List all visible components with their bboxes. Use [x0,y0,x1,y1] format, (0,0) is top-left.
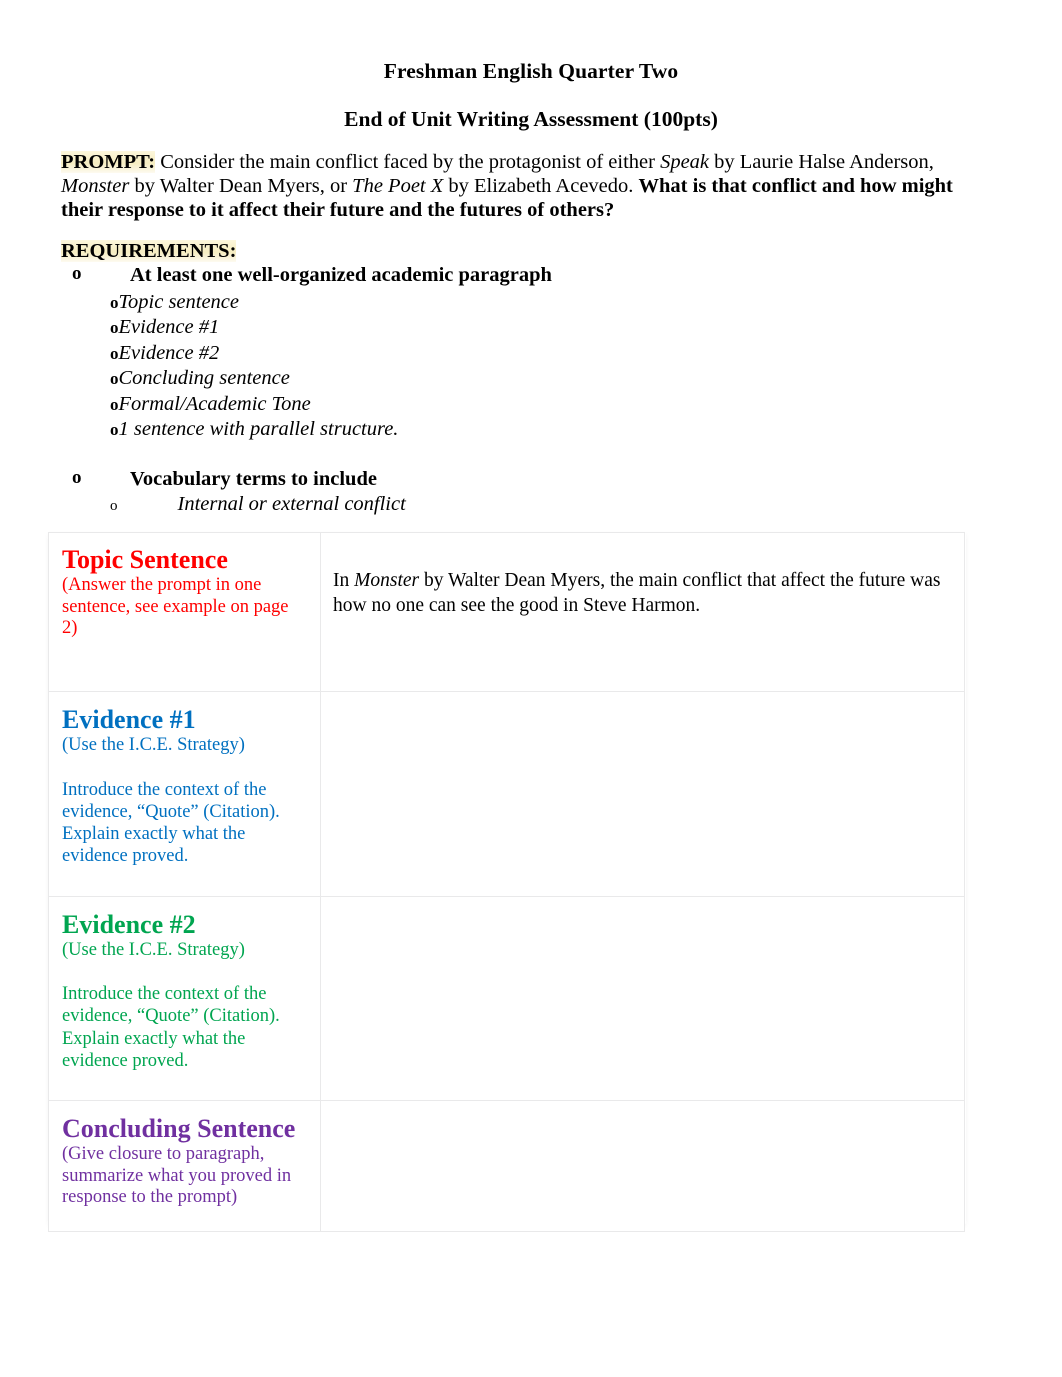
bullet-marker: o [110,498,118,514]
prompt-book-poetx: The Poet X [352,174,444,197]
requirement-label: Vocabulary terms to include [130,468,377,490]
bullet-marker: o [110,344,119,363]
requirement-subitem-topic-sentence: oTopic sentence [110,290,239,315]
row-label-evidence-1: Evidence #1 (Use the I.C.E. Strategy) In… [48,691,321,897]
prompt-book-speak: Speak [660,151,710,173]
requirement-label: At least one well-organized academic par… [130,264,552,286]
table-row: Evidence #2 (Use the I.C.E. Strategy) In… [48,895,965,1101]
section-heading-topic-sentence: Topic Sentence [62,545,228,574]
bullet-marker: o [110,420,119,439]
prompt-paragraph: PROMPT: Consider the main conflict faced… [61,151,966,223]
requirement-subitem-concluding-sentence: oConcluding sentence [110,366,290,391]
answer-pre: In [333,570,355,591]
section-heading-concluding-sentence: Concluding Sentence [62,1114,296,1143]
prompt-text-1: Consider the main conflict faced by the … [155,151,661,173]
row-label-concluding-sentence: Concluding Sentence (Give closure to par… [48,1099,321,1233]
section-subheading-concluding-sentence: (Give closure to paragraph, summarize wh… [62,1144,292,1208]
section-body-evidence-2: Introduce the context of the evidence, “… [62,984,280,1071]
section-subheading-topic-sentence: (Answer the prompt in one sentence, see … [62,575,289,639]
section-heading-evidence-2: Evidence #2 [62,909,196,939]
answer-post: by Walter Dean Myers, the main conflict … [333,570,941,616]
table-row: Evidence #1 (Use the I.C.E. Strategy) In… [48,691,965,897]
page-subtitle: End of Unit Writing Assessment (100pts) [344,106,718,131]
requirements-label: REQUIREMENTS: [61,240,237,262]
answer-cell-evidence-1[interactable] [320,691,965,897]
requirement-sublabel: Formal/Academic Tone [118,393,311,415]
page-title: Freshman English Quarter Two [383,59,679,83]
requirement-sublabel: Evidence #2 [118,342,220,364]
requirement-subitem-evidence-1: oEvidence #1 [110,315,219,340]
bullet-marker: o [110,395,119,414]
section-subheading-evidence-2: (Use the I.C.E. Strategy) [62,939,245,960]
table-row: Concluding Sentence (Give closure to par… [48,1099,965,1233]
requirement-subitem-formal-tone: oFormal/Academic Tone [110,392,311,417]
section-subheading-evidence-1: (Use the I.C.E. Strategy) [62,735,245,756]
bullet-marker: o [72,263,82,284]
document-page: Freshman English Quarter Two End of Unit… [0,0,1062,1377]
graphic-organizer-table: Topic Sentence (Answer the prompt in one… [48,532,965,1233]
bullet-marker: o [110,369,119,388]
requirement-sublabel: Evidence #1 [118,316,220,338]
requirement-sublabel: Concluding sentence [118,367,290,389]
requirement-subitem-evidence-2: oEvidence #2 [110,341,219,366]
requirement-sublabel: Internal or external conflict [177,493,406,515]
section-heading-evidence-1: Evidence #1 [62,705,196,734]
title-block: Freshman English Quarter Two End of Unit… [60,58,1002,133]
requirement-subitem-parallel-structure: o1 sentence with parallel structure. [110,417,398,442]
answer-text-topic-sentence: In Monster by Walter Dean Myers, the mai… [333,569,944,619]
section-body-evidence-1: Introduce the context of the evidence, “… [62,779,280,867]
requirements-heading: REQUIREMENTS: [61,240,237,263]
requirement-sublabel: Topic sentence [118,291,240,313]
answer-book-title: Monster [354,570,420,591]
answer-cell-evidence-2[interactable] [320,895,965,1101]
answer-cell-topic-sentence[interactable]: In Monster by Walter Dean Myers, the mai… [320,532,965,692]
bullet-marker: o [72,467,82,488]
prompt-text-4: by Elizabeth Acevedo. [443,174,639,197]
prompt-text-2: by Laurie Halse Anderson, [709,151,934,173]
row-label-evidence-2: Evidence #2 (Use the I.C.E. Strategy) In… [48,895,321,1101]
requirement-sublabel: 1 sentence with parallel structure. [118,418,399,440]
row-label-topic-sentence: Topic Sentence (Answer the prompt in one… [48,532,321,692]
requirement-subitem-conflict: o Internal or external conflict [110,492,406,517]
prompt-text-3: by Walter Dean Myers, or [129,174,353,197]
prompt-label: PROMPT: [61,151,156,173]
answer-cell-concluding-sentence[interactable] [320,1099,965,1233]
bullet-marker: o [110,293,119,312]
bullet-marker: o [110,318,119,337]
table-row: Topic Sentence (Answer the prompt in one… [48,532,965,692]
prompt-book-monster: Monster [61,174,130,197]
